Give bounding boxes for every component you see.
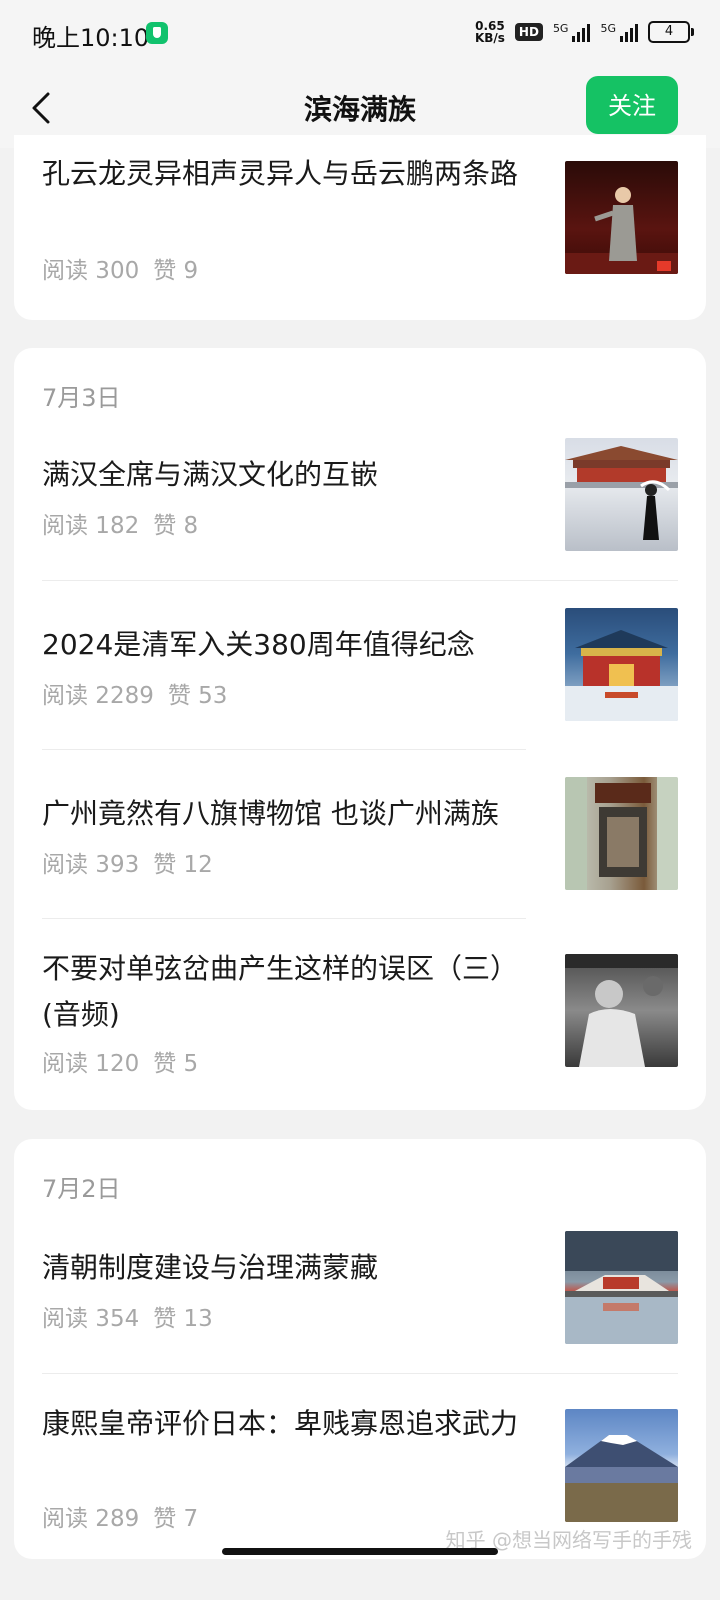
article-thumbnail[interactable] [565,1409,678,1522]
read-count: 阅读 354 [42,1306,140,1332]
article-thumbnail[interactable] [565,438,678,551]
read-count: 阅读 120 [42,1051,140,1077]
article-item[interactable]: 孔云龙灵异相声灵异人与岳云鹏两条路 阅读 300 赞 9 [42,151,678,284]
article-group-card: 7月3日 满汉全席与满汉文化的互嵌 阅读 182 赞 8 2024是清军入关380… [14,348,706,1110]
article-item[interactable]: 满汉全席与满汉文化的互嵌 阅读 182 赞 8 [42,438,678,551]
read-count: 阅读 182 [42,513,140,539]
divider [42,749,526,750]
article-title[interactable]: 康熙皇帝评价日本：卑贱寡恩追求武力 [42,1401,527,1447]
article-thumbnail[interactable] [565,1231,678,1344]
article-title[interactable]: 广州竟然有八旗博物馆 也谈广州满族 [42,791,527,837]
status-indicators: 0.65 KB/s HD 5G 5G 4 [474,19,694,45]
divider [42,918,526,919]
signal-2-icon: 5G [600,22,638,42]
like-count: 赞 53 [167,683,228,709]
like-count: 赞 13 [153,1306,213,1332]
article-thumbnail[interactable] [565,954,678,1067]
article-stats: 阅读 289 赞 7 [42,1499,212,1533]
article-group-card: 7月2日 清朝制度建设与治理满蒙藏 阅读 354 赞 13 康熙皇帝评价日本：卑贱… [14,1139,706,1559]
article-title[interactable]: 满汉全席与满汉文化的互嵌 [42,452,527,498]
article-item[interactable]: 清朝制度建设与治理满蒙藏 阅读 354 赞 13 [42,1231,678,1344]
article-stats: 阅读 354 赞 13 [42,1299,227,1333]
read-count: 阅读 300 [42,258,140,284]
article-thumbnail[interactable] [565,777,678,890]
article-stats: 阅读 120 赞 5 [42,1044,212,1078]
divider [42,580,678,581]
article-thumbnail[interactable] [565,608,678,721]
article-title[interactable]: 孔云龙灵异相声灵异人与岳云鹏两条路 [42,151,527,197]
like-count: 赞 9 [153,258,199,284]
article-title[interactable]: 清朝制度建设与治理满蒙藏 [42,1245,527,1291]
read-count: 阅读 393 [42,852,140,878]
read-count: 阅读 289 [42,1506,140,1532]
article-item[interactable]: 广州竟然有八旗博物馆 也谈广州满族 阅读 393 赞 12 [42,777,678,890]
article-stats: 阅读 182 赞 8 [42,506,212,540]
home-indicator[interactable] [222,1548,498,1555]
status-bar: 晚上10:10 0.65 KB/s HD 5G 5G 4 [0,0,720,68]
like-count: 赞 5 [153,1051,199,1077]
signal-1-icon: 5G [553,22,591,42]
article-stats: 阅读 300 赞 9 [42,251,212,285]
status-time: 晚上10:10 [32,24,150,52]
group-date: 7月3日 [42,384,121,412]
group-date: 7月2日 [42,1175,121,1203]
article-stats: 阅读 2289 赞 53 [42,676,241,710]
network-speed: 0.65 KB/s [474,19,505,45]
battery-icon: 4 [648,21,694,43]
security-shield-icon [146,22,168,44]
article-stats: 阅读 393 赞 12 [42,845,227,879]
hd-voice-icon: HD [514,23,543,41]
follow-button[interactable]: 关注 [586,76,678,134]
divider [42,1373,678,1374]
like-count: 赞 7 [153,1506,199,1532]
article-group-card: 孔云龙灵异相声灵异人与岳云鹏两条路 阅读 300 赞 9 [14,135,706,320]
like-count: 赞 8 [153,513,199,539]
article-item[interactable]: 不要对单弦岔曲产生这样的误区（三）(音频) 阅读 120 赞 5 [42,946,678,1086]
article-title[interactable]: 不要对单弦岔曲产生这样的误区（三）(音频) [42,946,527,1038]
article-title[interactable]: 2024是清军入关380周年值得纪念 [42,622,527,668]
article-item[interactable]: 康熙皇帝评价日本：卑贱寡恩追求武力 阅读 289 赞 7 [42,1401,678,1541]
read-count: 阅读 2289 [42,683,154,709]
like-count: 赞 12 [153,852,213,878]
article-thumbnail[interactable] [565,161,678,274]
article-item[interactable]: 2024是清军入关380周年值得纪念 阅读 2289 赞 53 [42,608,678,721]
